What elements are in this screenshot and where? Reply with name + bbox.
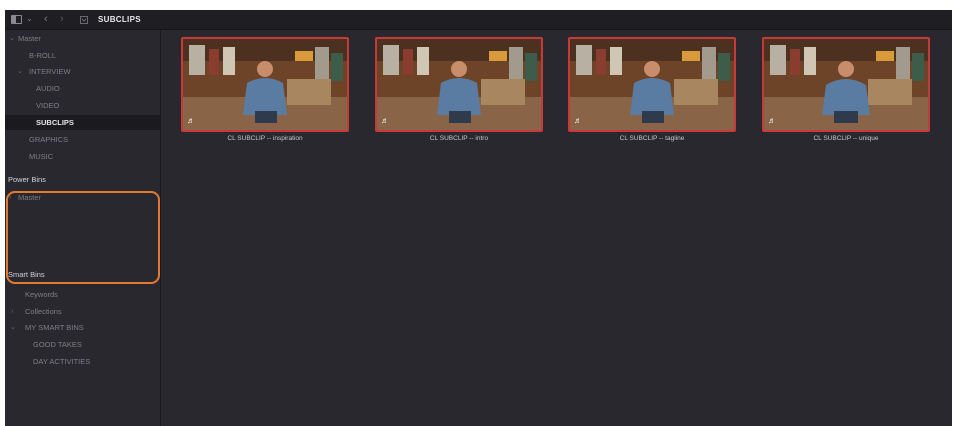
bin-list-sidebar: ⌄ Master B-ROLL ⌄ INTERVIEW AUDIO VIDEO …	[5, 30, 161, 426]
music-note-icon: ♬	[187, 116, 195, 125]
music-note-icon: ♬	[381, 116, 389, 125]
sidebar-item-label: GRAPHICS	[29, 135, 69, 144]
clip-thumbnail-image[interactable]: ♬	[568, 37, 736, 132]
sidebar-item-label: MUSIC	[29, 152, 54, 161]
current-bin-title: SUBCLIPS	[98, 15, 141, 24]
clip-name: CL SUBCLIP -- tagline	[619, 135, 685, 142]
media-pool-header: ⌄ ‹ › SUBCLIPS	[5, 10, 952, 30]
sidebar-item-subclips[interactable]: SUBCLIPS	[5, 115, 160, 130]
music-note-icon: ♬	[768, 116, 776, 125]
clip-thumbnail[interactable]: ♬ CL SUBCLIP -- unique	[762, 37, 930, 142]
sidebar-item-power-master[interactable]: › Master	[5, 190, 160, 205]
chevron-down-icon[interactable]: ⌄	[17, 64, 23, 79]
clip-thumbnail-image[interactable]: ♬	[762, 37, 930, 132]
store-interview-frame	[764, 39, 928, 130]
clip-thumbnail-image[interactable]: ♬	[181, 37, 349, 132]
sidebar-item-video[interactable]: VIDEO	[5, 98, 160, 113]
sidebar-item-collections[interactable]: › Collections	[5, 304, 160, 319]
bin-lock-icon[interactable]	[79, 15, 89, 25]
media-pool-window: ⌄ ‹ › SUBCLIPS ⌄ Master B-ROLL ⌄ INTERVI…	[5, 10, 952, 426]
sidebar-item-label: VIDEO	[36, 101, 60, 110]
sidebar-item-graphics[interactable]: GRAPHICS	[5, 132, 160, 147]
forward-arrow-icon[interactable]: ›	[60, 13, 64, 25]
sidebar-item-label: INTERVIEW	[29, 67, 71, 76]
toggle-bin-list-icon[interactable]	[11, 15, 22, 24]
clip-thumbnail[interactable]: ♬ CL SUBCLIP -- inspiration	[181, 37, 349, 142]
store-interview-frame	[183, 39, 347, 130]
sidebar-item-label: MY SMART BINS	[25, 323, 84, 332]
chevron-right-icon[interactable]: ›	[9, 190, 11, 205]
clip-thumbnail[interactable]: ♬ CL SUBCLIP -- tagline	[568, 37, 736, 142]
clip-name: CL SUBCLIP -- intro	[429, 135, 489, 142]
sidebar-item-day-activities[interactable]: DAY ACTIVITIES	[5, 354, 160, 369]
store-interview-frame	[570, 39, 734, 130]
chevron-down-icon[interactable]: ⌄	[26, 14, 33, 23]
chevron-down-icon[interactable]: ⌄	[9, 31, 15, 46]
sidebar-item-label: Collections	[25, 307, 62, 316]
sidebar-item-label: B-ROLL	[29, 51, 57, 60]
sidebar-item-keywords[interactable]: Keywords	[5, 287, 160, 302]
sidebar-item-label: DAY ACTIVITIES	[33, 357, 91, 366]
music-note-icon: ♬	[574, 116, 582, 125]
clip-name: CL SUBCLIP -- inspiration	[227, 135, 303, 142]
sidebar-item-label: GOOD TAKES	[33, 340, 82, 349]
sidebar-item-label: SUBCLIPS	[36, 118, 74, 127]
sidebar-item-audio[interactable]: AUDIO	[5, 81, 160, 96]
sidebar-item-master[interactable]: ⌄ Master	[5, 31, 160, 46]
chevron-down-icon[interactable]: ⌄	[10, 320, 16, 335]
sidebar-item-label: Master	[18, 34, 41, 43]
clip-name: CL SUBCLIP -- unique	[813, 135, 879, 142]
clip-thumbnail[interactable]: ♬ CL SUBCLIP -- intro	[375, 37, 543, 142]
clip-thumbnail-grid: ♬ CL SUBCLIP -- inspiration ♬ CL SUBCLIP…	[161, 30, 952, 426]
sidebar-item-interview[interactable]: ⌄ INTERVIEW	[5, 64, 160, 79]
sidebar-item-my-smart-bins[interactable]: ⌄ MY SMART BINS	[5, 320, 160, 335]
sidebar-item-label: Master	[18, 193, 41, 202]
chevron-right-icon[interactable]: ›	[11, 304, 13, 319]
sidebar-item-good-takes[interactable]: GOOD TAKES	[5, 337, 160, 352]
store-interview-frame	[377, 39, 541, 130]
sidebar-item-b-roll[interactable]: B-ROLL	[5, 48, 160, 63]
smart-bins-heading: Smart Bins	[8, 270, 45, 279]
sidebar-item-label: AUDIO	[36, 84, 60, 93]
clip-thumbnail-image[interactable]: ♬	[375, 37, 543, 132]
sidebar-item-music[interactable]: MUSIC	[5, 149, 160, 164]
power-bins-heading: Power Bins	[8, 175, 46, 184]
sidebar-item-label: Keywords	[25, 290, 58, 299]
back-arrow-icon[interactable]: ‹	[44, 13, 48, 25]
